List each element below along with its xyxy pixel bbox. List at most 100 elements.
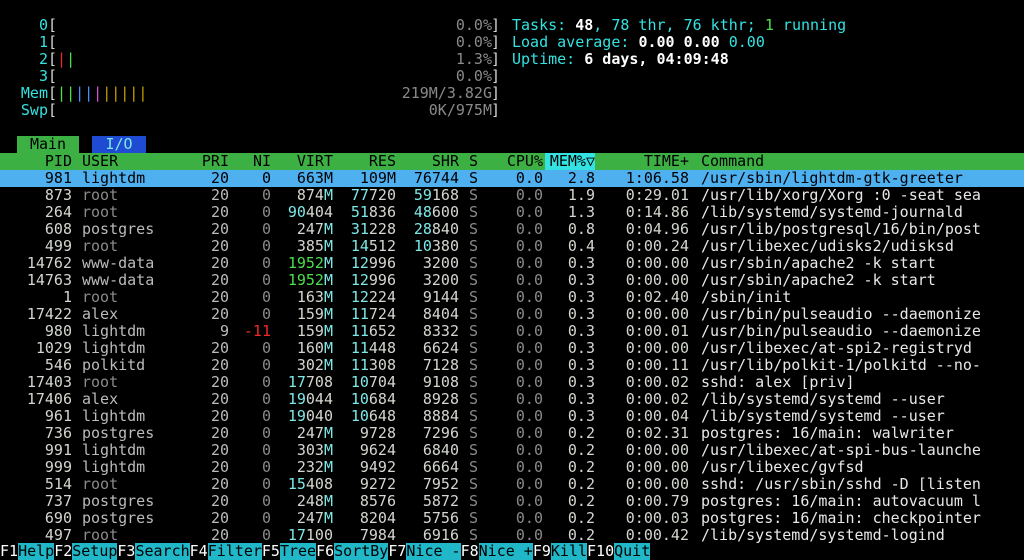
cell-cpu: 0.0 (515, 221, 543, 238)
cell-cpu: 0.0 (515, 187, 543, 204)
cell-cmd: /usr/libexec/at-spi-bus-launche (701, 442, 981, 459)
cell-mem: 0.2 (567, 493, 595, 510)
fkey-setup-label[interactable]: Setup (72, 543, 118, 560)
fkey-quit-label[interactable]: Quit (614, 543, 651, 560)
process-row[interactable]: 736 postgres 20 0 247M 9728 7296 S 0.0 0.2 0:02.31… (0, 425, 1024, 442)
process-row[interactable]: 14763 www-data 20 0 1952M 12996 3200 S 0.0 0.3 0:0… (0, 272, 1024, 289)
process-row[interactable]: 1029 lightdm 20 0 160M 11448 6624 S 0.0 0.3 0:00.0… (0, 340, 1024, 357)
cell-shr: 6840 (422, 442, 459, 459)
fkey-f8[interactable]: F8 (460, 543, 479, 560)
swp-meter: Swp[0K/975M] (0, 102, 500, 119)
mem-meter-value: 219M/3.82G (401, 84, 492, 102)
fkey-tree-label[interactable]: Tree (279, 543, 317, 560)
fkey-f5[interactable]: F5 (261, 543, 280, 560)
fkey-f10[interactable]: F10 (587, 543, 615, 560)
mem-meter: Mem[|||||||||| 219M/3.82G] (0, 85, 500, 102)
cell-cmd: /lib/systemd/systemd --user (701, 408, 945, 425)
cell-time: 0:00.02 (625, 374, 689, 391)
cell-cmd: sshd: /usr/sbin/sshd -D [listen (701, 476, 981, 493)
process-row[interactable]: 17403 root 20 0 17708 10704 9108 S 0.0 0.3 0:00.02… (0, 374, 1024, 391)
cell-time: 0:00.00 (625, 272, 689, 289)
fkey-nice-label[interactable]: Nice - (406, 543, 461, 560)
cell-cpu: 0.0 (515, 255, 543, 272)
process-row[interactable]: 514 root 20 0 15408 9272 7952 S 0.0 0.2 0:00.00 ssh… (0, 476, 1024, 493)
column-header-cpu[interactable]: CPU% (463, 153, 543, 170)
column-header-mem[interactable]: MEM%▽ (545, 153, 595, 170)
cell-pid: 17406 (26, 391, 72, 408)
fkey-f9[interactable]: F9 (532, 543, 551, 560)
cell-cpu: 0.0 (515, 391, 543, 408)
cell-mem: 0.2 (567, 476, 595, 493)
process-row[interactable]: 873 root 20 0 874M 77720 59168 S 0.0 1.9 0:29.01/u… (0, 187, 1024, 204)
process-row[interactable]: 999 lightdm 20 0 232M 9492 6664 S 0.0 0.2 0:00.00/… (0, 459, 1024, 476)
process-row[interactable]: 608 postgres 20 0 247M 31228 28840 S 0.0 0.8 0:04.… (0, 221, 1024, 238)
cell-cmd: postgres: 16/main: checkpointer (701, 510, 981, 527)
process-row[interactable]: 1 root 20 0 163M 12224 9144 S 0.0 0.3 0:02.40/sbin… (0, 289, 1024, 306)
cell-cmd: postgres: 16/main: walwriter (701, 425, 954, 442)
cell-shr: 6624 (422, 340, 459, 357)
process-row[interactable]: 17406 alex 20 0 19044 10684 8928 S 0.0 0.3 0:00.02… (0, 391, 1024, 408)
cpu-meter-label: 0 (38, 16, 48, 34)
cell-pid: 736 (44, 425, 72, 442)
cell-shr: 9108 (422, 374, 459, 391)
process-row[interactable]: 980 lightdm 9 -11 159M 11652 8332 S 0.0 0.3 0:00.0… (0, 323, 1024, 340)
cell-cpu: 0.0 (515, 493, 543, 510)
cell-pid: 690 (44, 510, 72, 527)
fkey-search-label[interactable]: Search (135, 543, 190, 560)
process-row[interactable]: 737 postgres 20 0 248M 8576 5872 S 0.0 0.2 0:00.79… (0, 493, 1024, 510)
column-header-pid[interactable]: PID (0, 153, 72, 170)
process-row[interactable]: 546 polkitd 20 0 302M 11308 7128 S 0.0 0.3 0:00.11… (0, 357, 1024, 374)
cell-pid: 1 (62, 289, 72, 306)
column-header-cmd[interactable]: Command (701, 153, 1024, 170)
fkey-sortby-label[interactable]: SortBy (334, 543, 389, 560)
cell-pid: 981 (44, 170, 72, 187)
cell-mem: 2.8 (567, 170, 595, 187)
cell-cmd: /usr/lib/postgresql/16/bin/post (701, 221, 981, 238)
fkey-f7[interactable]: F7 (388, 543, 407, 560)
swp-meter-label: Swp (20, 101, 48, 119)
cell-cpu: 0.0 (515, 323, 543, 340)
column-header-time[interactable]: TIME+ (609, 153, 689, 170)
process-row[interactable]: 264 root 20 0 90404 51836 48600 S 0.0 1.3 0:14.86/… (0, 204, 1024, 221)
fkey-kill-label[interactable]: Kill (550, 543, 588, 560)
cell-cmd: /sbin/init (701, 289, 792, 306)
cell-cpu: 0.0 (515, 425, 543, 442)
fkey-f1[interactable]: F1 (0, 543, 19, 560)
tab-main[interactable]: Main (17, 136, 79, 153)
meter-bracket-open: [ (48, 101, 58, 119)
fkey-f4[interactable]: F4 (189, 543, 208, 560)
fkey-nice-label[interactable]: Nice + (478, 543, 533, 560)
meter-bracket-open: [ (48, 67, 58, 85)
process-row[interactable]: 17422 alex 20 0 159M 11724 8404 S 0.0 0.3 0:00.00/… (0, 306, 1024, 323)
cell-time: 0:00.01 (625, 323, 689, 340)
fkey-f6[interactable]: F6 (316, 543, 335, 560)
cell-cpu: 0.0 (515, 357, 543, 374)
cell-shr: 8928 (422, 391, 459, 408)
tab-io[interactable]: I/O (92, 136, 146, 153)
fkey-filter-label[interactable]: Filter (207, 543, 262, 560)
cell-shr: 8884 (422, 408, 459, 425)
cell-pid: 737 (44, 493, 72, 510)
cell-time: 0:00.24 (625, 238, 689, 255)
cell-pid: 608 (44, 221, 72, 238)
process-row[interactable]: 991 lightdm 20 0 303M 9624 6840 S 0.0 0.2 0:00.00/… (0, 442, 1024, 459)
cell-pid: 546 (44, 357, 72, 374)
cell-pid: 980 (44, 323, 72, 340)
fkey-help-label[interactable]: Help (18, 543, 55, 560)
column-header-shr[interactable]: SHR (379, 153, 459, 170)
process-row[interactable]: 14762 www-data 20 0 1952M 12996 3200 S 0.0 0.3 0:0… (0, 255, 1024, 272)
cell-mem: 0.3 (567, 408, 595, 425)
fkey-f2[interactable]: F2 (54, 543, 73, 560)
process-row[interactable]: 961 lightdm 20 0 19040 10648 8884 S 0.0 0.3 0:00.0… (0, 408, 1024, 425)
process-row[interactable]: 690 postgres 20 0 247M 8204 5756 S 0.0 0.2 0:00.03… (0, 510, 1024, 527)
meter-bracket-close: ] (491, 33, 501, 51)
process-row[interactable]: 499 root 20 0 385M 14512 10380 S 0.0 0.4 0:00.24/u… (0, 238, 1024, 255)
cell-time: 0:00.00 (625, 340, 689, 357)
process-row[interactable]: 981 lightdm 20 0 663M 109M 76744 S 0.0 2.8 1:06.58… (0, 170, 1024, 187)
uptime: Uptime: 6 days, 04:09:48 (512, 50, 729, 68)
fkey-f3[interactable]: F3 (117, 543, 136, 560)
cell-time: 0:00.79 (625, 493, 689, 510)
cell-pid: 961 (44, 408, 72, 425)
cpu-meter-3: 3[0.0%] (0, 68, 500, 85)
cell-cmd: /lib/systemd/systemd-logind (701, 527, 945, 544)
